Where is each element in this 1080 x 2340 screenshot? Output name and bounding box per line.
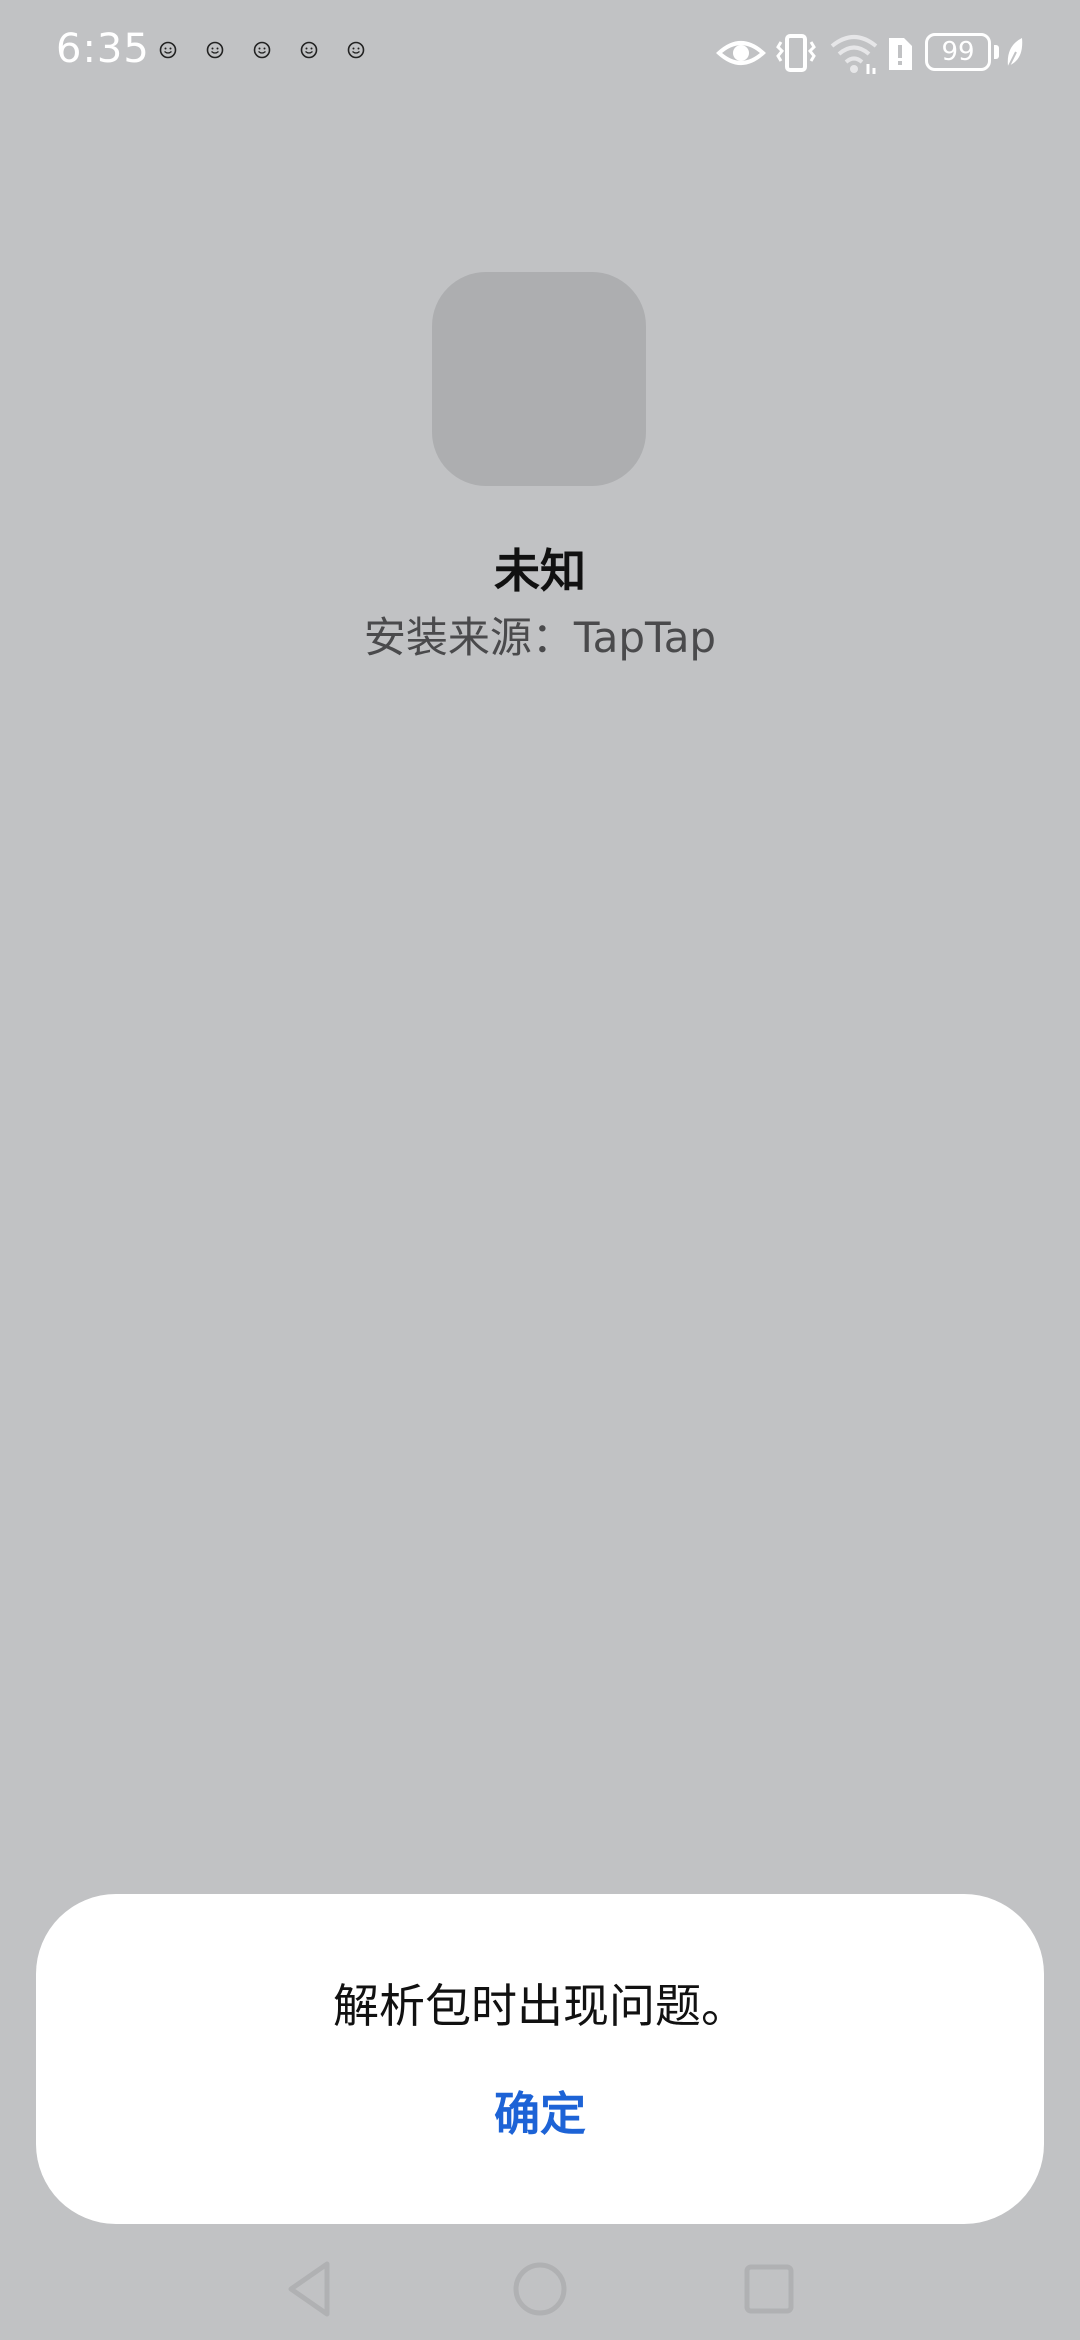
smiley-icon [206,41,224,59]
vibrate-icon [776,34,816,72]
install-source: 安装来源：TapTap [363,613,717,662]
back-icon[interactable] [273,2254,343,2324]
leaf-icon [1007,38,1023,69]
error-dialog: 解析包时出现问题。 确定 [36,1894,1044,2224]
recents-icon[interactable] [734,2254,804,2324]
smiley-icon [253,41,271,59]
app-name: 未知 [494,544,586,598]
status-time: 6:35 [56,26,150,72]
battery-level: 99 [941,37,975,67]
confirm-button[interactable]: 确定 [420,2074,660,2154]
battery-icon: 99 [925,33,991,71]
battery-tip [994,45,999,59]
navigation-bar [0,2224,1080,2340]
sim-alert-icon [889,38,912,70]
wifi-icon [830,35,878,74]
smiley-icon [347,41,365,59]
smiley-icon [300,41,318,59]
app-icon-placeholder [432,272,646,486]
smiley-icon [159,41,177,59]
home-icon[interactable] [505,2254,575,2324]
eye-icon [716,41,766,65]
dialog-message: 解析包时出现问题。 [333,1979,747,2033]
status-bar: 6:35 99 [0,0,1080,110]
